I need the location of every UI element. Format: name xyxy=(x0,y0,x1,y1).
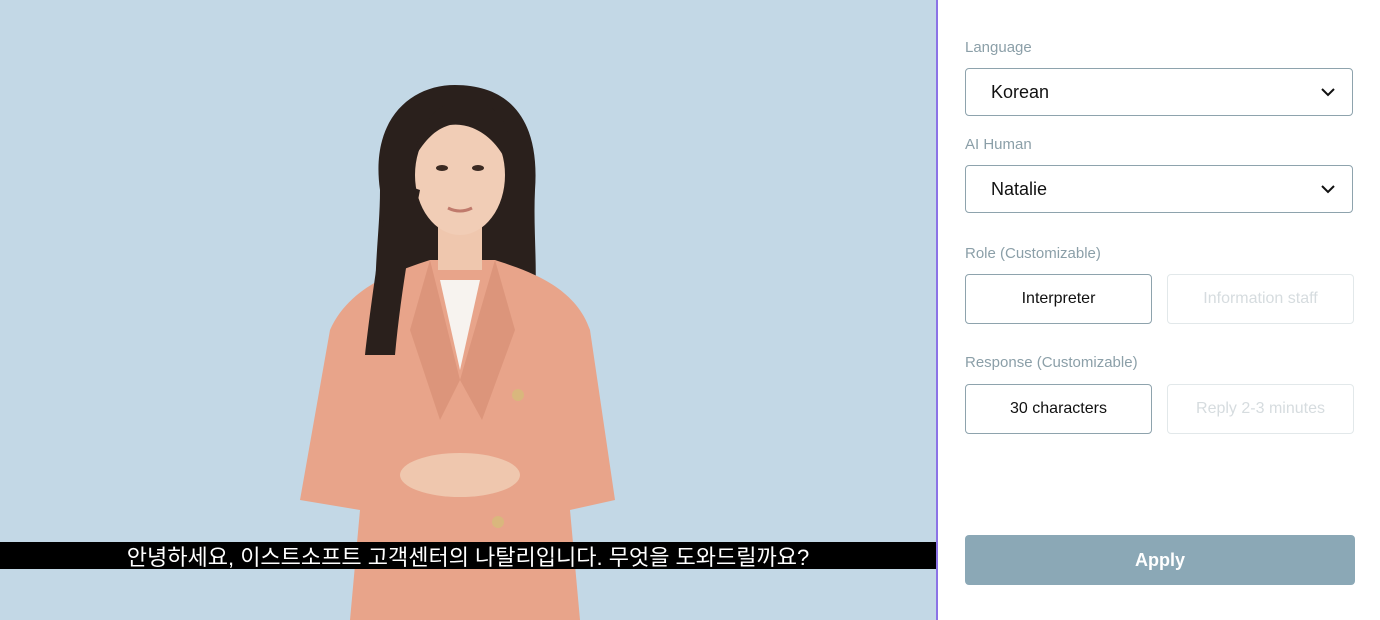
chevron-down-icon xyxy=(1321,185,1335,194)
subtitle-text: 안녕하세요, 이스트소프트 고객센터의 나탈리입니다. 무엇을 도와드릴까요? xyxy=(126,544,810,570)
response-option-30-characters[interactable]: 30 characters xyxy=(965,384,1152,434)
ai-human-select[interactable]: Natalie xyxy=(965,165,1353,213)
response-option-reply-2-3-minutes[interactable]: Reply 2-3 minutes xyxy=(1167,384,1354,434)
role-option-interpreter[interactable]: Interpreter xyxy=(965,274,1152,324)
role-label: Role (Customizable) xyxy=(965,245,1101,262)
apply-button[interactable]: Apply xyxy=(965,535,1355,585)
language-select-value: Korean xyxy=(991,81,1050,102)
language-select[interactable]: Korean xyxy=(965,68,1353,116)
subtitle-bar: 안녕하세요, 이스트소프트 고객센터의 나탈리입니다. 무엇을 도와드릴까요? xyxy=(0,542,936,570)
role-option-information-staff[interactable]: Information staff xyxy=(1167,274,1354,324)
ai-human-select-value: Natalie xyxy=(991,178,1048,199)
chevron-down-icon xyxy=(1321,88,1335,97)
settings-panel: Language Korean AI Human Natalie Role (C… xyxy=(938,0,1380,620)
ai-human-label: AI Human xyxy=(965,136,1032,153)
language-label: Language xyxy=(965,39,1032,56)
response-label: Response (Customizable) xyxy=(965,354,1138,371)
ai-human-video-stage: 안녕하세요, 이스트소프트 고객센터의 나탈리입니다. 무엇을 도와드릴까요? xyxy=(0,0,936,620)
